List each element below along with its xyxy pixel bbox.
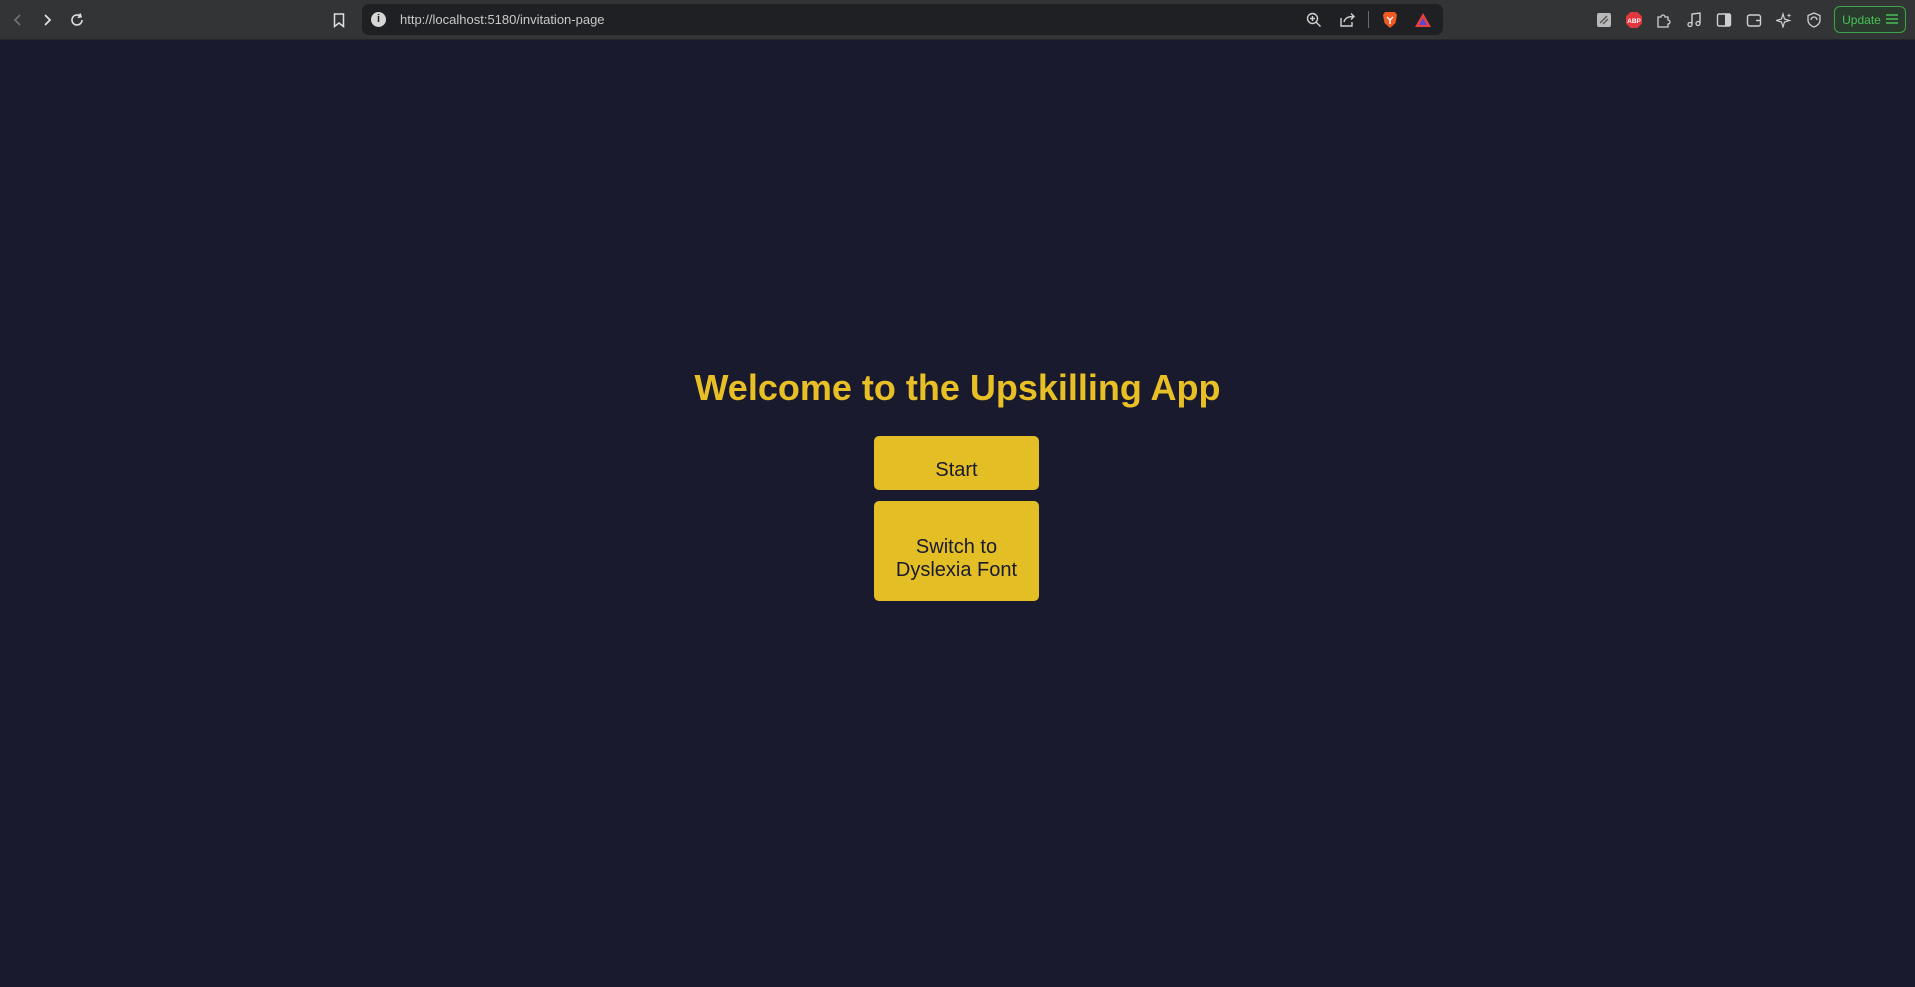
forward-icon[interactable]	[35, 8, 59, 32]
wallet-icon[interactable]	[1742, 8, 1766, 32]
reload-icon[interactable]	[65, 8, 89, 32]
page-title: Welcome to the Upskilling App	[694, 367, 1221, 408]
update-label: Update	[1842, 12, 1881, 27]
media-icon[interactable]	[1682, 8, 1706, 32]
update-button[interactable]: Update	[1834, 6, 1906, 33]
sidebar-icon[interactable]	[1712, 8, 1736, 32]
brave-shield-icon[interactable]	[1378, 8, 1402, 32]
site-info-icon[interactable]: i	[371, 12, 386, 27]
leo-ai-icon[interactable]	[1772, 8, 1796, 32]
menu-icon	[1885, 13, 1898, 27]
extension-sketch-icon[interactable]	[1592, 8, 1616, 32]
zoom-icon[interactable]	[1302, 8, 1326, 32]
browser-toolbar: i http://localhost:5180/invitation-page …	[0, 0, 1915, 40]
url-text[interactable]: http://localhost:5180/invitation-page	[400, 12, 605, 27]
vpn-icon[interactable]	[1802, 8, 1826, 32]
bookmark-icon[interactable]	[327, 8, 351, 32]
start-button[interactable]: Start	[874, 436, 1039, 490]
share-icon[interactable]	[1335, 8, 1359, 32]
brave-rewards-icon[interactable]	[1411, 8, 1435, 32]
back-icon[interactable]	[6, 8, 30, 32]
puzzle-icon[interactable]	[1652, 8, 1676, 32]
address-bar[interactable]: i http://localhost:5180/invitation-page	[362, 4, 1443, 35]
switch-dyslexia-font-button[interactable]: Switch to Dyslexia Font	[874, 501, 1039, 601]
adblock-icon[interactable]: ABP	[1622, 8, 1646, 32]
svg-text:ABP: ABP	[1627, 18, 1641, 25]
toolbar-divider	[1368, 11, 1369, 28]
